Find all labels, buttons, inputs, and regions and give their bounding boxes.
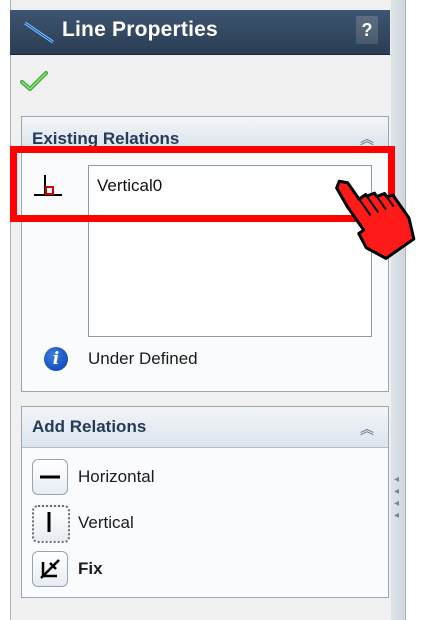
add-relations-title: Add Relations <box>32 417 147 436</box>
fix-relation-label[interactable]: Fix <box>78 559 103 579</box>
help-button[interactable]: ? <box>356 16 378 44</box>
pointing-hand-icon <box>335 179 416 260</box>
line-icon <box>24 21 54 44</box>
chevron-left-icon: ◂ <box>394 510 400 521</box>
vertical-relation-button[interactable] <box>32 505 70 543</box>
collapse-icon[interactable]: ︽ <box>360 419 374 439</box>
panel-title: Line Properties <box>62 18 218 41</box>
horizontal-relation-button[interactable] <box>32 459 68 495</box>
vertical-relation-label[interactable]: Vertical <box>78 513 134 533</box>
vertical-line-icon <box>47 512 51 532</box>
horizontal-line-icon <box>40 475 60 479</box>
add-relations-group: Add Relations ︽ Horizontal Vertical Fix <box>21 406 389 598</box>
chevron-left-icon: ◂ <box>394 474 400 485</box>
splitter-arrows[interactable]: ◂ ◂ ◂ ◂ <box>394 474 404 524</box>
existing-relations-header[interactable]: Existing Relations ︽ <box>22 117 388 148</box>
fix-relation-button[interactable] <box>32 551 68 587</box>
ok-check-icon[interactable] <box>20 70 48 92</box>
chevron-left-icon: ◂ <box>394 498 400 509</box>
panel-title-bar: Line Properties ? <box>10 10 390 55</box>
add-relations-header[interactable]: Add Relations ︽ <box>22 407 388 448</box>
definition-status: Under Defined <box>88 349 198 368</box>
chevron-left-icon: ◂ <box>394 486 400 497</box>
fix-icon <box>40 559 60 579</box>
info-icon: i <box>44 347 68 371</box>
horizontal-relation-label[interactable]: Horizontal <box>78 467 155 487</box>
panel-splitter[interactable] <box>391 0 406 620</box>
